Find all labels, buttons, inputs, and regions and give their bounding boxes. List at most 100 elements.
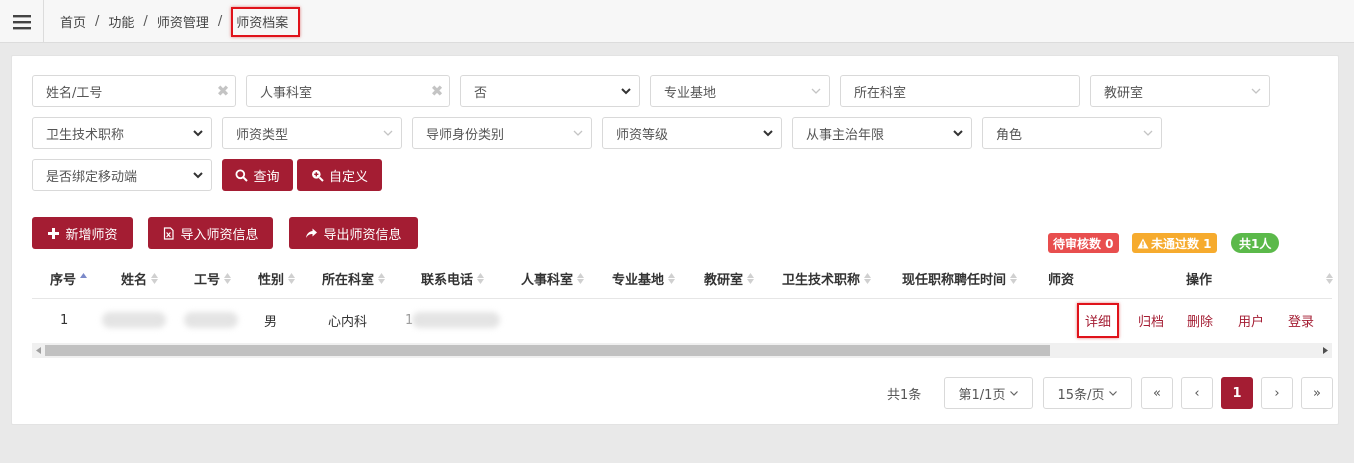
last-page-button[interactable]: » [1301, 377, 1333, 409]
action-delete-link[interactable]: 删除 [1187, 299, 1213, 342]
add-teacher-button[interactable]: 新增师资 [32, 217, 133, 249]
col-gender[interactable]: 性别 [258, 258, 296, 299]
teaching-office-select[interactable]: 教研室 [1090, 75, 1270, 107]
import-teacher-button[interactable]: 导入师资信息 [148, 217, 273, 249]
role-value: 角色 [996, 127, 1023, 143]
col-label: 现任职称聘任时间 [902, 273, 1007, 288]
custom-label: 自定义 [328, 169, 368, 185]
col-label: 所在科室 [322, 273, 375, 288]
col-label: 性别 [258, 273, 285, 288]
mentor-type-select[interactable]: 导师身份类别 [412, 117, 592, 149]
page-select-value: 第1/1页 [958, 387, 1006, 403]
chevron-down-icon [1109, 390, 1118, 396]
plus-icon [47, 227, 60, 240]
scroll-right-icon[interactable] [1319, 343, 1332, 358]
chevron-down-icon [185, 129, 211, 137]
action-archive-link[interactable]: 归档 [1138, 299, 1164, 342]
cell-gender: 男 [264, 315, 278, 330]
pending-count-text: 待审核数 0 [1053, 236, 1114, 251]
total-records: 共1条 [887, 387, 922, 403]
breadcrumb-home[interactable]: 首页 [60, 12, 86, 31]
years-select[interactable]: 从事主治年限 [792, 117, 972, 149]
sort-icon [577, 273, 585, 284]
col-hr-dept[interactable]: 人事科室 [521, 258, 585, 299]
import-teacher-label: 导入师资信息 [180, 227, 259, 243]
col-label: 人事科室 [521, 273, 574, 288]
role-select[interactable]: 角色 [982, 117, 1162, 149]
chevron-down-icon [1243, 88, 1269, 95]
dept-value: 所在科室 [854, 85, 907, 101]
query-button[interactable]: 查询 [222, 159, 293, 191]
first-page-button[interactable]: « [1141, 377, 1173, 409]
col-base[interactable]: 专业基地 [612, 258, 676, 299]
hr-dept-value: 人事科室 [260, 85, 313, 101]
action-detail-link[interactable]: 详细 [1077, 299, 1120, 342]
name-id-input[interactable]: 姓名/工号 ✖ [32, 75, 236, 107]
col-appoint-time[interactable]: 现任职称聘任时间 [902, 258, 1018, 299]
col-actions: 操作 [1186, 258, 1212, 299]
clear-icon[interactable]: ✖ [211, 82, 235, 100]
teacher-type-select[interactable]: 师资类型 [222, 117, 402, 149]
export-teacher-label: 导出师资信息 [323, 227, 402, 243]
pending-count-badge: 待审核数 0 [1048, 233, 1119, 253]
teaching-office-value: 教研室 [1104, 85, 1144, 101]
col-label: 操作 [1186, 273, 1213, 288]
chevron-down-icon [185, 171, 211, 179]
col-index[interactable]: 序号 [50, 258, 88, 299]
hr-dept-input[interactable]: 人事科室 ✖ [246, 75, 450, 107]
prev-page-button[interactable]: ‹ [1181, 377, 1213, 409]
base-select[interactable]: 专业基地 [650, 75, 830, 107]
sort-asc-icon [80, 273, 88, 278]
chevron-down-icon [755, 129, 781, 137]
chevron-down-icon [375, 130, 401, 137]
failed-count-badge: 未通过数 1 [1132, 233, 1217, 253]
teacher-level-select[interactable]: 师资等级 [602, 117, 782, 149]
current-page-button[interactable]: 1 [1221, 377, 1253, 409]
export-teacher-button[interactable]: 导出师资信息 [289, 217, 418, 249]
teacher-level-value: 师资等级 [616, 127, 669, 143]
breadcrumb-separator: / [143, 14, 148, 29]
next-page-button[interactable]: › [1261, 377, 1293, 409]
col-name[interactable]: 姓名 [121, 258, 159, 299]
search-icon [235, 169, 249, 182]
query-label: 查询 [253, 169, 280, 185]
col-title[interactable]: 卫生技术职称 [782, 258, 872, 299]
col-dept[interactable]: 所在科室 [322, 258, 386, 299]
cell-name-redacted [102, 312, 166, 328]
breadcrumb-teacher-management[interactable]: 师资管理 [157, 12, 209, 31]
title-select[interactable]: 卫生技术职称 [32, 117, 212, 149]
hamburger-icon [12, 14, 31, 29]
col-teaching-office[interactable]: 教研室 [704, 258, 755, 299]
col-teacher-truncated[interactable]: 师资 [1048, 258, 1078, 299]
col-id[interactable]: 工号 [194, 258, 232, 299]
scrollbar-thumb[interactable] [45, 345, 1050, 356]
action-login-link[interactable]: 登录 [1288, 299, 1314, 342]
excel-file-icon [162, 226, 175, 240]
sort-icon [668, 273, 676, 284]
horizontal-scrollbar[interactable] [32, 343, 1332, 358]
sort-icon [1010, 273, 1018, 284]
menu-toggle-button[interactable] [0, 0, 44, 43]
col-phone[interactable]: 联系电话 [421, 258, 485, 299]
custom-button[interactable]: 自定义 [297, 159, 382, 191]
page-select[interactable]: 第1/1页 [944, 377, 1033, 409]
cell-index: 1 [60, 313, 69, 328]
action-user-link[interactable]: 用户 [1238, 299, 1264, 342]
clear-icon[interactable]: ✖ [425, 82, 449, 100]
yes-no-select[interactable]: 否 [460, 75, 640, 107]
breadcrumb-function[interactable]: 功能 [108, 12, 134, 31]
mobile-bind-value: 是否绑定移动端 [46, 169, 138, 185]
scroll-left-icon[interactable] [32, 343, 45, 358]
page-size-select[interactable]: 15条/页 [1043, 377, 1132, 409]
yes-no-value: 否 [474, 85, 488, 101]
table-header: 序号 姓名 工号 性别 所在科室 联系电话 人事科室 专业基地 教研室 卫生技术… [32, 258, 1333, 299]
mobile-bind-select[interactable]: 是否绑定移动端 [32, 159, 212, 191]
col-label: 序号 [50, 273, 77, 288]
breadcrumb-current: 师资档案 [231, 6, 301, 37]
sort-icon [1326, 273, 1333, 284]
failed-count-text: 未通过数 1 [1151, 236, 1212, 251]
col-label: 教研室 [704, 273, 744, 288]
dept-input[interactable]: 所在科室 [840, 75, 1080, 107]
teacher-type-value: 师资类型 [236, 127, 289, 143]
sort-icon [151, 273, 159, 284]
